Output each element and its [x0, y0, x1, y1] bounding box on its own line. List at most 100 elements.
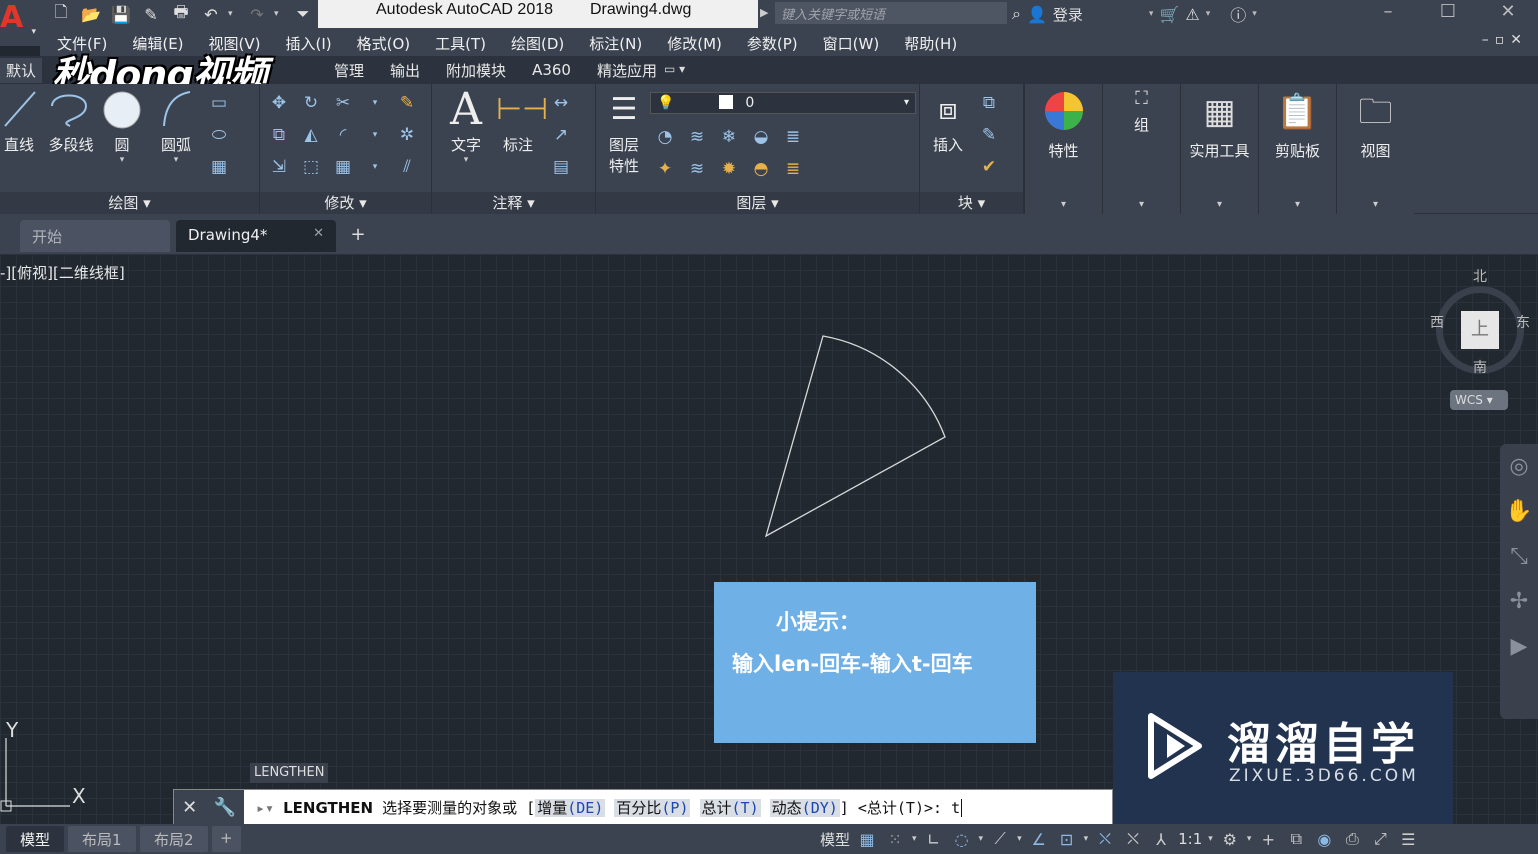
layer-on-icon[interactable]: ✦ — [652, 156, 678, 182]
orbit-icon[interactable]: ✢ — [1500, 579, 1538, 624]
array-icon[interactable]: ▦ — [330, 154, 356, 180]
steering-wheel-icon[interactable]: ◎ — [1500, 444, 1538, 489]
panel-properties[interactable]: 特性 ▾ — [1024, 84, 1102, 214]
command-input[interactable]: t — [951, 799, 960, 817]
panel-annotation-title[interactable]: 注释 ▾ — [432, 192, 595, 214]
menu-parametric[interactable]: 参数(P) — [747, 33, 798, 54]
panel-group[interactable]: ⛶ 组 ▾ — [1102, 84, 1180, 214]
insert-tool[interactable]: ⧈ 插入 — [926, 86, 970, 155]
open-file-icon[interactable]: 📂 — [78, 2, 104, 26]
ortho-icon[interactable]: ∟ — [923, 830, 945, 849]
menu-tools[interactable]: 工具(T) — [435, 33, 486, 54]
object-snap-icon[interactable]: ⊡ — [1056, 830, 1078, 849]
trim-dropdown-icon[interactable]: ▾ — [362, 90, 388, 116]
layer-match-icon[interactable]: ≣ — [780, 124, 806, 150]
ellipse-icon[interactable]: ⬭ — [206, 122, 232, 148]
viewcube-top-face[interactable]: 上 — [1461, 311, 1499, 349]
compass-north[interactable]: 北 — [1473, 266, 1487, 286]
layer-walk-icon[interactable]: ≣ — [780, 156, 806, 182]
isodraft-icon[interactable]: ⟋ — [989, 829, 1011, 849]
tab-output[interactable]: 输出 — [390, 60, 420, 81]
polar-icon[interactable]: ◌ — [951, 830, 973, 849]
panel-clipboard[interactable]: 📋 剪贴板 ▾ — [1258, 84, 1336, 214]
panel-utilities[interactable]: ▦ 实用工具 ▾ — [1180, 84, 1258, 214]
stretch-icon[interactable]: ⇲ — [266, 154, 292, 180]
text-dropdown-icon[interactable]: ▾ — [444, 155, 488, 165]
redo-icon[interactable]: ↷ — [244, 2, 270, 26]
layer-off-icon[interactable]: ◔ — [652, 124, 678, 150]
add-scale-icon[interactable]: + — [1257, 830, 1279, 849]
menu-modify[interactable]: 修改(M) — [667, 33, 722, 54]
option-dynamic[interactable]: 动态(DY) — [769, 799, 840, 817]
polar-dropdown-icon[interactable]: ▾ — [979, 834, 984, 844]
model-space-toggle[interactable]: 模型 — [820, 829, 850, 850]
clean-screen-icon[interactable]: ⤢ — [1369, 829, 1391, 849]
compass-west[interactable]: 西 — [1430, 312, 1444, 332]
app-dropdown-icon[interactable]: ▾ — [1206, 9, 1211, 19]
line-tool[interactable]: 直线 — [0, 86, 38, 155]
minimize-icon[interactable]: – — [1358, 0, 1418, 28]
layer-thaw-icon[interactable]: ✹ — [716, 156, 742, 182]
tab-model[interactable]: 模型 — [6, 826, 65, 852]
scale-dropdown-icon[interactable]: ▾ — [1208, 834, 1213, 844]
ribbon-minimize-toggle-icon[interactable]: ▭ ▾ — [664, 62, 685, 76]
command-line[interactable]: ✕ 🔧 ▸▾ LENGTHEN 选择要测量的对象或 [增量(DE) 百分比(P)… — [173, 789, 1113, 825]
block-attribute-icon[interactable]: ✔ — [976, 154, 1002, 180]
menu-help[interactable]: 帮助(H) — [904, 33, 957, 54]
panel-modify-title[interactable]: 修改 ▾ — [260, 192, 431, 214]
arc-dropdown-icon[interactable]: ▾ — [154, 155, 198, 165]
drawing-canvas[interactable]: -][俯视][二维线框] 上 北 南 东 西 WCS ▾ ◎ ✋ ⤡ ✢ ▶ Y… — [0, 254, 1538, 824]
annotation-visibility-icon[interactable]: ⛌ — [1094, 829, 1116, 849]
command-recent-icon[interactable]: ▸▾ — [256, 799, 274, 817]
wcs-menu[interactable]: WCS ▾ — [1450, 390, 1508, 410]
menu-dimension[interactable]: 标注(N) — [589, 33, 642, 54]
snap-icon[interactable]: ⁙ — [884, 830, 906, 849]
tab-addins[interactable]: 附加模块 — [446, 60, 506, 81]
tab-manage[interactable]: 管理 — [334, 60, 364, 81]
polyline-tool[interactable]: 多段线 — [44, 86, 98, 155]
units-icon[interactable]: ⧉ — [1285, 829, 1307, 849]
panel-draw-title[interactable]: 绘图 ▾ — [0, 192, 259, 214]
workspace-dropdown-icon[interactable]: ▾ — [1247, 834, 1252, 844]
cart-icon[interactable]: 🛒 — [1159, 5, 1179, 24]
menu-insert[interactable]: 插入(I) — [286, 33, 332, 54]
table-icon[interactable]: ▤ — [548, 154, 574, 180]
panel-block-title[interactable]: 块 ▾ — [920, 192, 1023, 214]
copy-icon[interactable]: ⧉ — [266, 122, 292, 148]
customization-menu-icon[interactable]: ☰ — [1397, 830, 1419, 849]
erase-icon[interactable]: ✎ — [394, 90, 420, 116]
dimension-tool[interactable]: ⊢⊣ 标注 — [496, 86, 548, 155]
menu-window[interactable]: 窗口(W) — [823, 33, 880, 54]
customize-command-icon[interactable]: 🔧 — [213, 797, 235, 818]
arc-tool[interactable]: 圆弧 ▾ — [154, 86, 198, 165]
circle-dropdown-icon[interactable]: ▾ — [100, 155, 144, 165]
close-tab-icon[interactable]: ✕ — [313, 226, 324, 241]
isodraft-dropdown-icon[interactable]: ▾ — [1017, 834, 1022, 844]
user-icon[interactable]: 👤 — [1027, 5, 1047, 24]
snap-dropdown-icon[interactable]: ▾ — [912, 834, 917, 844]
tab-layout1[interactable]: 布局1 — [68, 826, 136, 852]
help-dropdown-icon[interactable]: ▾ — [1252, 9, 1257, 19]
customize-qat-icon[interactable]: ⏷ — [290, 2, 316, 26]
hardware-acceleration-icon[interactable]: ⎙ — [1341, 829, 1363, 849]
edit-block-icon[interactable]: ✎ — [976, 122, 1002, 148]
option-percent[interactable]: 百分比(P) — [614, 799, 691, 817]
application-menu-button[interactable]: A ▾ — [0, 0, 40, 46]
undo-icon[interactable]: ↶ — [198, 2, 224, 26]
option-increment[interactable]: 增量(DE) — [535, 799, 606, 817]
command-prompt[interactable]: ▸▾ LENGTHEN 选择要测量的对象或 [增量(DE) 百分比(P) 总计(… — [256, 797, 963, 818]
rotate-icon[interactable]: ↻ — [298, 90, 324, 116]
print-icon[interactable]: 🖶 — [168, 2, 194, 26]
offset-icon[interactable]: ⫽ — [394, 154, 420, 180]
circle-tool[interactable]: 圆 ▾ — [100, 86, 144, 165]
compass-east[interactable]: 东 — [1516, 312, 1530, 332]
search-input[interactable]: 键入关键字或短语 — [775, 2, 1007, 24]
layer-unlock-icon[interactable]: ◓ — [748, 156, 774, 182]
leader-icon[interactable]: ↗ — [548, 122, 574, 148]
new-tab-icon[interactable]: + — [346, 224, 370, 248]
save-as-icon[interactable]: ✎ — [138, 2, 164, 26]
tab-drawing4[interactable]: Drawing4* ✕ — [176, 220, 336, 252]
new-file-icon[interactable]: 🗋 — [48, 2, 74, 26]
layer-isolate-icon[interactable]: ≋ — [684, 124, 710, 150]
workspace-gear-icon[interactable]: ⚙ — [1219, 830, 1241, 849]
